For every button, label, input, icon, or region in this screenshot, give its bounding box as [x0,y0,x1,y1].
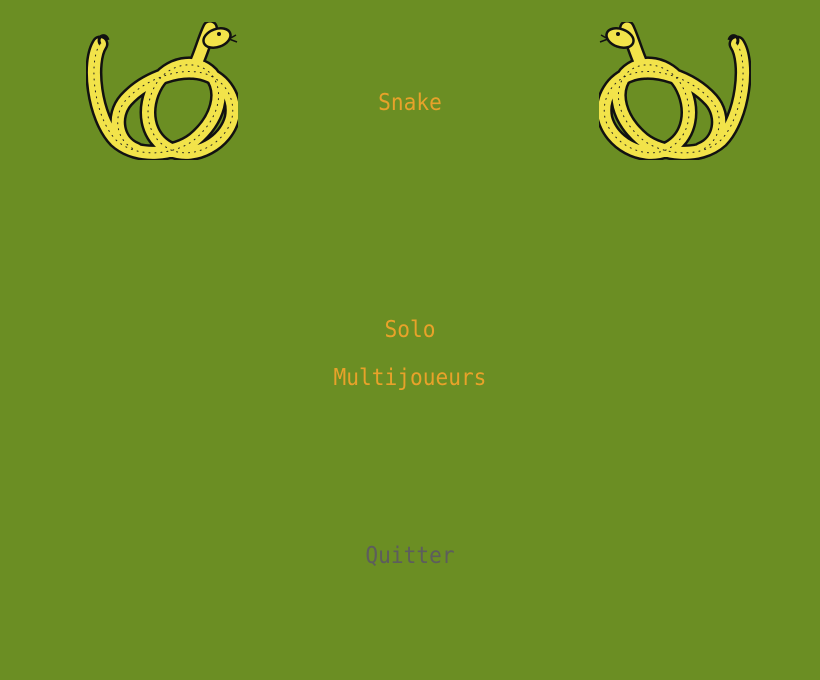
game-title: Snake [378,90,442,116]
quit-button[interactable]: Quitter [33,541,787,571]
solo-button[interactable]: Solo [33,315,787,345]
multiplayer-button[interactable]: Multijoueurs [33,363,787,393]
